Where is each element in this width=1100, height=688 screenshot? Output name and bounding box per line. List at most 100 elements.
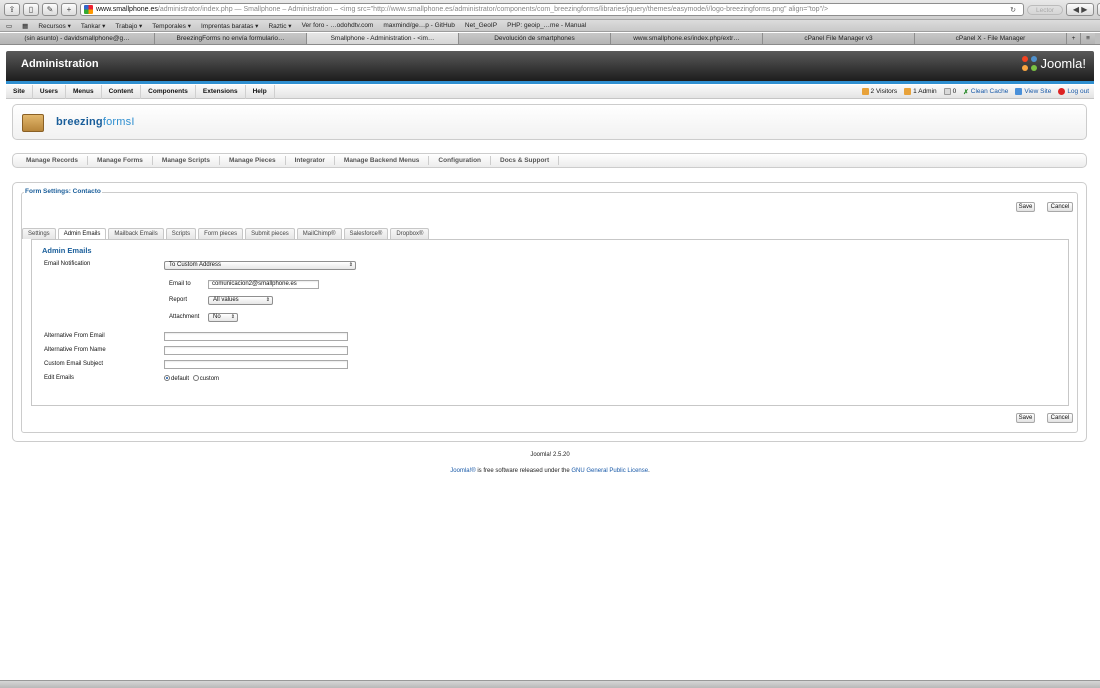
joomla-brand: Joomla! — [1040, 56, 1086, 71]
alt-from-email-field[interactable] — [164, 332, 348, 341]
admin-icon — [904, 88, 912, 95]
share-icon[interactable]: ⇪ — [4, 3, 20, 16]
browser-tab[interactable]: (sin asunto) - davidsmallphone@g… — [0, 33, 155, 44]
package-icon — [22, 114, 44, 132]
attachment-select[interactable]: No ⇕ — [208, 313, 238, 322]
browser-tab[interactable]: Devolución de smartphones — [459, 33, 611, 44]
bookmark-item[interactable]: Recursos ▾ — [38, 22, 71, 30]
save-button[interactable]: Save — [1016, 202, 1035, 212]
radio-custom-label: custom — [199, 376, 220, 382]
logo-sub-text: forms — [102, 116, 132, 128]
tab-dropbox[interactable]: Dropbox® — [390, 228, 430, 239]
browser-tab[interactable]: cPanel File Manager v3 — [763, 33, 915, 44]
form-settings-legend: Form Settings: Contacto — [24, 188, 102, 195]
save-button-bottom[interactable]: Save — [1016, 413, 1035, 423]
browser-status-bar — [0, 680, 1100, 688]
logout-label: Log out — [1067, 88, 1089, 95]
tab-salesforce[interactable]: Salesforce® — [343, 228, 389, 239]
page: Administration Joomla! Site Users Menus … — [0, 46, 1100, 680]
cancel-button[interactable]: Cancel — [1047, 202, 1073, 212]
subnav-manage-pieces[interactable]: Manage Pieces — [220, 156, 286, 165]
radio-custom[interactable] — [192, 375, 199, 381]
broom-icon: ✗ — [963, 88, 969, 96]
bookmarks-bar: ▭ ▦ Recursos ▾ Tankar ▾ Trabajo ▾ Tempor… — [0, 20, 1100, 32]
tab-mailchimp[interactable]: MailChimp® — [296, 228, 342, 239]
sidebar-icon[interactable]: ▯ — [23, 3, 39, 16]
license-sentence: is free software released under the — [475, 468, 572, 474]
address-bar[interactable]: www.smallphone.es /administrator/index.p… — [80, 3, 1024, 16]
bookmark-item[interactable]: Tankar ▾ — [81, 22, 106, 30]
menu-content[interactable]: Content — [102, 84, 142, 99]
bookmark-item[interactable]: Net_GeoIP — [465, 22, 497, 29]
radio-default[interactable] — [164, 375, 170, 381]
page-title: Administration — [21, 58, 99, 70]
clean-cache-label: Clean Cache — [970, 88, 1009, 95]
breezingforms-logo: breezingformsI — [56, 116, 135, 128]
tab-scripts[interactable]: Scripts — [165, 228, 197, 239]
attachment-label: Attachment — [169, 314, 200, 320]
grid-icon[interactable]: ▦ — [22, 22, 28, 30]
edit-emails-label: Edit Emails — [44, 375, 75, 381]
subnav-manage-scripts[interactable]: Manage Scripts — [153, 156, 220, 165]
menu-help[interactable]: Help — [246, 84, 275, 99]
subnav-configuration[interactable]: Configuration — [429, 156, 492, 165]
panel-title: Admin Emails — [42, 246, 92, 255]
add-tab-button[interactable]: + — [1067, 33, 1081, 44]
subnav-docs-support[interactable]: Docs & Support — [491, 156, 560, 165]
joomla-link[interactable]: Joomla!® — [450, 468, 475, 474]
back-forward-icon[interactable]: ◀ ▶ — [1066, 3, 1095, 16]
report-value: All values — [213, 297, 239, 303]
browser-tab[interactable]: BreezingForms no envía formulario… — [155, 33, 307, 44]
bookmark-item[interactable]: maxmind/ge…p - GitHub — [383, 22, 455, 29]
tab-list-button[interactable]: ≡ — [1081, 33, 1095, 44]
joomla-icon — [1022, 56, 1038, 71]
bookmark-item[interactable]: Trabajo ▾ — [115, 22, 142, 30]
menu-users[interactable]: Users — [33, 84, 66, 99]
subnav-manage-records[interactable]: Manage Records — [20, 156, 89, 165]
reload-icon[interactable]: ↻ — [1010, 6, 1020, 14]
custom-subject-field[interactable] — [164, 360, 348, 369]
menu-components[interactable]: Components — [141, 84, 196, 99]
monitor-icon — [1015, 88, 1023, 95]
pin-icon[interactable]: ✎ — [42, 3, 58, 16]
admin-emails-panel: Admin Emails Email Notification To Custo… — [31, 239, 1069, 406]
bookmark-item[interactable]: Ver foro - …odohdtv.com — [302, 22, 374, 29]
bookmark-item[interactable]: Temporales ▾ — [152, 22, 191, 30]
url-domain: www.smallphone.es — [96, 6, 158, 13]
edit-emails-radios: default custom — [164, 375, 219, 382]
menu-menus[interactable]: Menus — [66, 84, 102, 99]
menu-site[interactable]: Site — [6, 84, 33, 99]
tab-settings[interactable]: Settings — [22, 228, 56, 239]
browser-tab[interactable]: www.smallphone.es/index.php/extr… — [611, 33, 763, 44]
tab-mailback-emails[interactable]: Mailback Emails — [108, 228, 164, 239]
subnav-integrator[interactable]: Integrator — [286, 156, 335, 165]
subnav-backend-menus[interactable]: Manage Backend Menus — [335, 156, 430, 165]
menu-extensions[interactable]: Extensions — [196, 84, 246, 99]
view-site-link[interactable]: View Site — [1015, 88, 1051, 95]
bookmark-item[interactable]: PHP: geoip_…me - Manual — [507, 22, 586, 29]
browser-tab-active[interactable]: Smallphone - Administration - <im… — [307, 33, 459, 44]
email-notification-select[interactable]: To Custom Address ⇕ — [164, 261, 356, 270]
logout-link[interactable]: Log out — [1058, 88, 1089, 95]
browser-tab[interactable]: cPanel X - File Manager — [915, 33, 1067, 44]
visitors-icon — [861, 88, 869, 95]
email-to-field[interactable]: comunicacion2@smallphone.es — [208, 280, 319, 289]
period: . — [648, 468, 650, 474]
visitors-count: 2 Visitors — [870, 88, 898, 95]
alt-from-name-field[interactable] — [164, 346, 348, 355]
gpl-link[interactable]: GNU General Public License — [571, 468, 648, 474]
bookmark-item[interactable]: Imprentas baratas ▾ — [201, 22, 258, 30]
admin-menubar: Site Users Menus Content Components Exte… — [6, 84, 1094, 99]
messages-link[interactable]: 0 — [943, 88, 956, 95]
logo-main-text: breezing — [56, 116, 103, 128]
report-select[interactable]: All values ⇕ — [208, 296, 273, 305]
cancel-button-bottom[interactable]: Cancel — [1047, 413, 1073, 423]
tab-form-pieces[interactable]: Form pieces — [198, 228, 244, 239]
tab-submit-pieces[interactable]: Submit pieces — [245, 228, 295, 239]
book-icon[interactable]: ▭ — [6, 22, 12, 30]
subnav-manage-forms[interactable]: Manage Forms — [88, 156, 153, 165]
clean-cache-link[interactable]: ✗ Clean Cache — [963, 88, 1008, 96]
reader-button[interactable]: Lector — [1027, 4, 1064, 15]
bookmark-item[interactable]: Raztic ▾ — [268, 22, 291, 30]
new-tab-button[interactable]: + — [61, 3, 77, 16]
